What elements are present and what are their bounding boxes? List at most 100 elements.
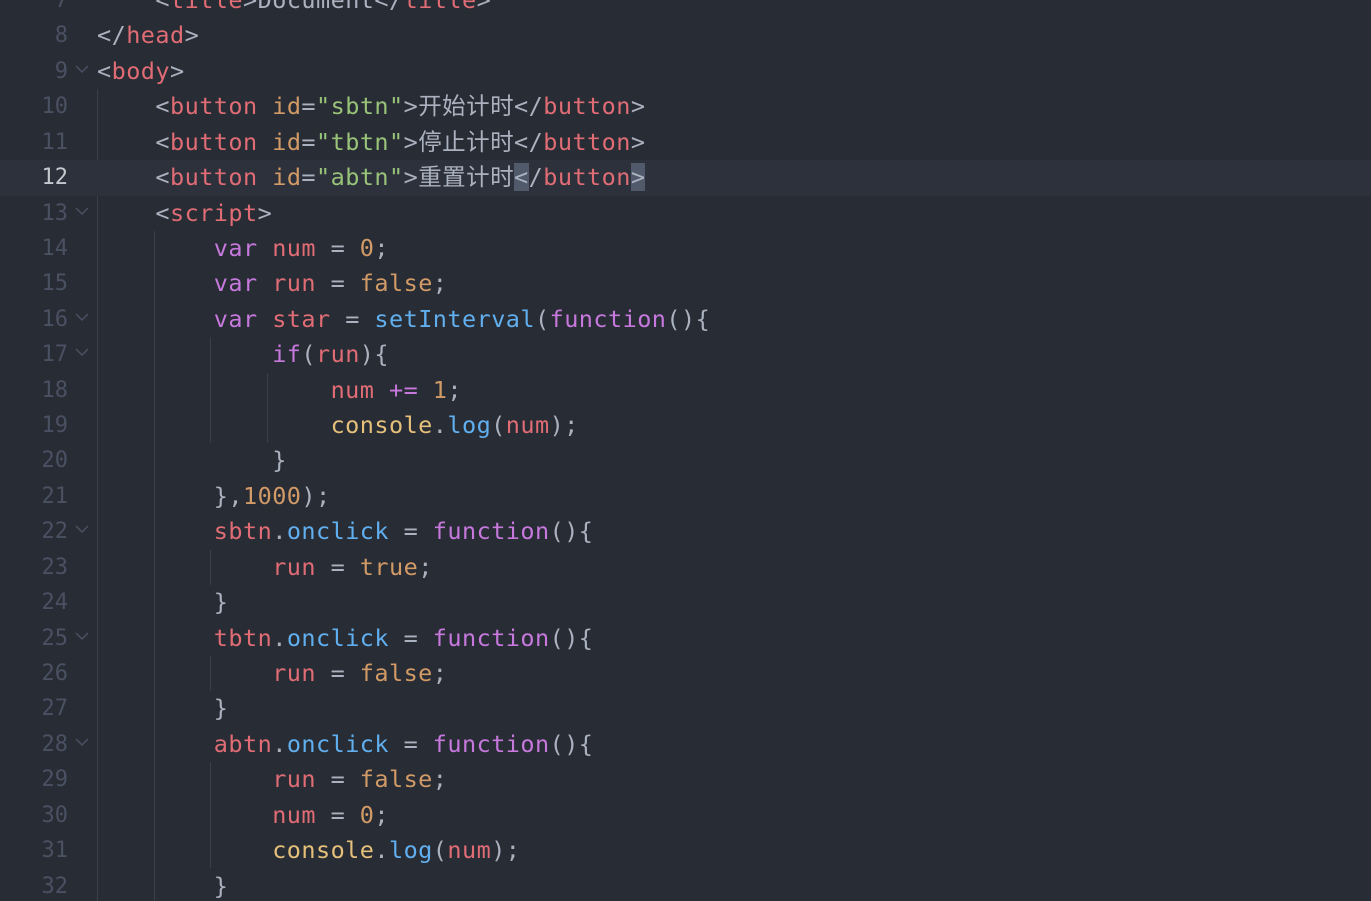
code-line[interactable]: 7 <title>Document</title> (0, 0, 1371, 18)
code-token: } (213, 588, 229, 617)
fold-chevron-icon[interactable] (75, 525, 89, 534)
code-token: ); (549, 411, 579, 440)
code-token: > (630, 163, 646, 192)
code-token: script (170, 198, 258, 227)
line-number: 18 (41, 377, 69, 403)
code-line[interactable]: 10 <button id="sbtn">开始计时</button> (0, 89, 1371, 124)
code-line[interactable]: 19 console.log(num); (0, 408, 1371, 443)
code-text: } (97, 443, 287, 478)
line-number: 31 (41, 838, 69, 864)
code-token: run (272, 269, 316, 298)
fold-chevron-icon[interactable] (75, 632, 89, 641)
code-line[interactable]: 13 <script> (0, 196, 1371, 231)
line-number: 28 (41, 731, 69, 757)
code-line[interactable]: 15 var run = false; (0, 266, 1371, 301)
code-line[interactable]: 18 num += 1; (0, 373, 1371, 408)
code-token: "tbtn" (316, 127, 404, 156)
code-line[interactable]: 29 run = false; (0, 762, 1371, 797)
code-line[interactable]: 9 <body> (0, 54, 1371, 89)
code-line[interactable]: 14 var num = 0; (0, 231, 1371, 266)
code-line[interactable]: 32 } (0, 869, 1371, 901)
code-token: = (301, 92, 317, 121)
code-token: num (330, 375, 375, 404)
code-token: / (528, 163, 544, 192)
code-token: "abtn" (316, 163, 404, 192)
code-token: < (97, 56, 112, 85)
code-token: > (403, 163, 419, 192)
code-line[interactable]: 20 } (0, 443, 1371, 478)
code-token: title (170, 0, 244, 14)
code-token: function (432, 623, 550, 652)
code-token: button (543, 163, 631, 192)
line-number: 20 (41, 448, 69, 474)
code-token: run (316, 340, 360, 369)
code-token: </ (514, 92, 544, 121)
code-line[interactable]: 28 abtn.onclick = function(){ (0, 727, 1371, 762)
code-token: log (388, 836, 433, 865)
code-token: > (403, 92, 419, 121)
code-token: num (272, 800, 316, 829)
fold-chevron-icon[interactable] (75, 348, 89, 357)
code-text: num = 0; (97, 798, 389, 833)
code-token: id (272, 127, 302, 156)
code-line[interactable]: 27 } (0, 691, 1371, 726)
code-line[interactable]: 31 console.log(num); (0, 833, 1371, 868)
code-token: > (630, 92, 646, 121)
code-token: = (389, 517, 433, 546)
code-line[interactable]: 23 run = true; (0, 550, 1371, 585)
code-token: (){ (549, 729, 594, 758)
code-line[interactable]: 25 tbtn.onclick = function(){ (0, 621, 1371, 656)
fold-chevron-icon[interactable] (75, 206, 89, 216)
line-number: 25 (41, 625, 69, 651)
code-token: (){ (666, 304, 711, 333)
code-text: tbtn.onclick = function(){ (97, 621, 593, 656)
code-line[interactable]: 12 <button id="abtn">重置计时</button> (0, 160, 1371, 196)
code-token: sbtn (213, 517, 273, 546)
code-text: <body> (97, 54, 185, 89)
fold-chevron-icon[interactable] (75, 313, 89, 322)
code-text: },1000); (97, 479, 331, 514)
code-token: } (213, 694, 229, 723)
code-text: var run = false; (97, 266, 447, 301)
code-token: = (301, 127, 317, 156)
code-line[interactable]: 21 },1000); (0, 479, 1371, 514)
code-token: = (316, 269, 360, 298)
code-token: ; (418, 552, 433, 581)
code-line[interactable]: 17 if(run){ (0, 337, 1371, 372)
line-number: 26 (41, 660, 69, 686)
code-line[interactable]: 8 </head> (0, 18, 1371, 53)
code-line[interactable]: 16 var star = setInterval(function(){ (0, 302, 1371, 337)
code-line[interactable]: 26 run = false; (0, 656, 1371, 691)
fold-chevron-icon[interactable] (75, 738, 89, 747)
code-token: </ (514, 127, 544, 156)
line-number: 24 (41, 590, 69, 616)
code-text: var star = setInterval(function(){ (97, 302, 710, 337)
code-line[interactable]: 30 num = 0; (0, 798, 1371, 833)
code-line[interactable]: 22 sbtn.onclick = function(){ (0, 514, 1371, 549)
code-line[interactable]: 24 } (0, 585, 1371, 620)
code-token: ( (491, 411, 506, 440)
code-text: } (97, 869, 228, 901)
code-token: = (389, 623, 433, 652)
code-text: run = true; (97, 550, 433, 585)
code-editor[interactable]: 7 <title>Document</title> 8 </head> 9 <body>… (0, 0, 1371, 901)
code-area[interactable]: 7 <title>Document</title> 8 </head> 9 <body>… (0, 0, 1371, 901)
code-token: var (213, 233, 258, 262)
fold-chevron-icon[interactable] (75, 65, 89, 74)
code-token: false (359, 658, 433, 687)
code-line[interactable]: 11 <button id="tbtn">停止计时</button> (0, 125, 1371, 160)
code-token: id (272, 92, 302, 121)
code-token: = (315, 658, 360, 687)
